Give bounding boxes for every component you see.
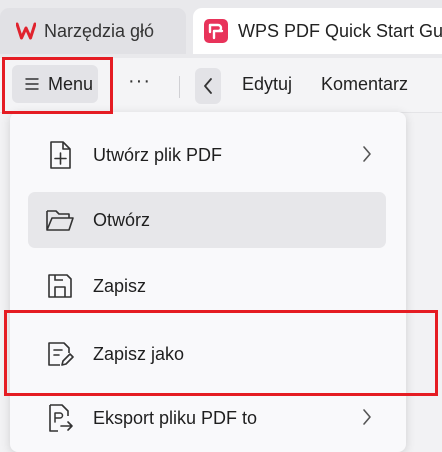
more-options-icon[interactable]: ··· [128, 70, 151, 93]
save-icon [45, 271, 75, 301]
chevron-right-icon [363, 146, 371, 162]
menu-item-export[interactable]: Eksport pliku PDF to [28, 390, 386, 446]
toolbar-tab-edit[interactable]: Edytuj [242, 74, 292, 95]
wps-pdf-icon [204, 19, 228, 43]
file-plus-icon [45, 140, 75, 170]
highlight-save-as [4, 310, 438, 396]
highlight-menu-button [2, 57, 113, 114]
folder-open-icon [45, 205, 75, 235]
chevron-left-icon [204, 78, 212, 94]
menu-item-label: Utwórz plik PDF [93, 144, 223, 165]
wps-logo-icon [16, 22, 36, 40]
menu-item-create-pdf[interactable]: Utwórz plik PDF [28, 127, 386, 183]
tab-bar: Narzędzia głó WPS PDF Quick Start Guid [0, 0, 442, 58]
export-icon [45, 403, 75, 433]
menu-item-save[interactable]: Zapisz [28, 258, 386, 314]
scroll-left-button[interactable] [195, 68, 221, 104]
toolbar-divider [179, 76, 180, 98]
tab-tools[interactable]: Narzędzia głó [0, 8, 186, 54]
tab-label: WPS PDF Quick Start Guid [238, 20, 442, 41]
menu-item-open[interactable]: Otwórz [28, 192, 386, 248]
file-menu-dropdown: Utwórz plik PDF Otwórz Zapisz Zapisz jak… [10, 112, 406, 452]
menu-item-label: Otwórz [93, 209, 151, 230]
menu-item-label: Zapisz [93, 275, 147, 296]
chevron-right-icon [363, 409, 371, 425]
tab-label: Narzędzia głó [44, 20, 155, 41]
toolbar-tab-comment[interactable]: Komentarz [321, 74, 408, 95]
tab-document[interactable]: WPS PDF Quick Start Guid [193, 8, 442, 54]
menu-item-label: Eksport pliku PDF to [93, 407, 258, 428]
